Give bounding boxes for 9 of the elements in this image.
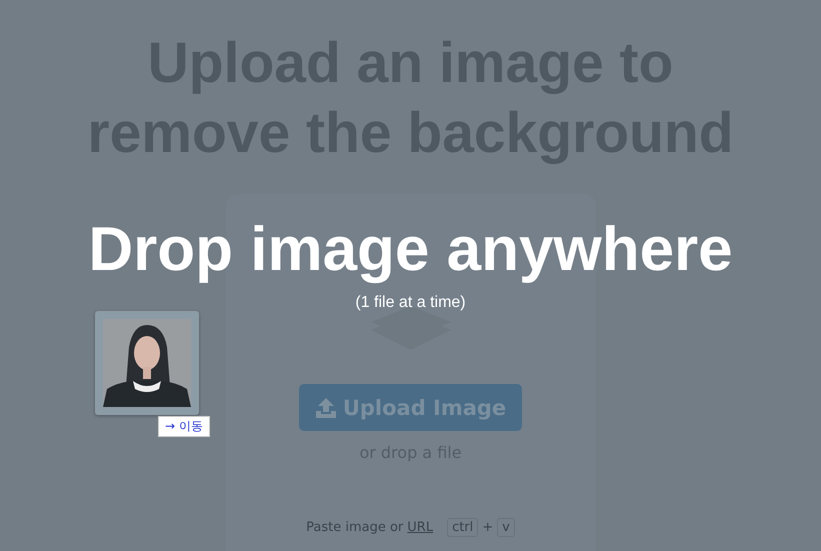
drop-subtitle: (1 file at a time) — [355, 294, 466, 312]
keyboard-key: v — [497, 518, 515, 537]
plus-sign: + — [482, 520, 494, 535]
upload-icon — [314, 396, 337, 418]
move-tooltip: → 이동 — [158, 416, 210, 437]
keyboard-key: ctrl — [447, 518, 478, 537]
paste-hint: Paste image or — [306, 520, 404, 535]
drop-title: Drop image anywhere — [88, 214, 733, 286]
url-link[interactable]: URL — [407, 520, 434, 535]
